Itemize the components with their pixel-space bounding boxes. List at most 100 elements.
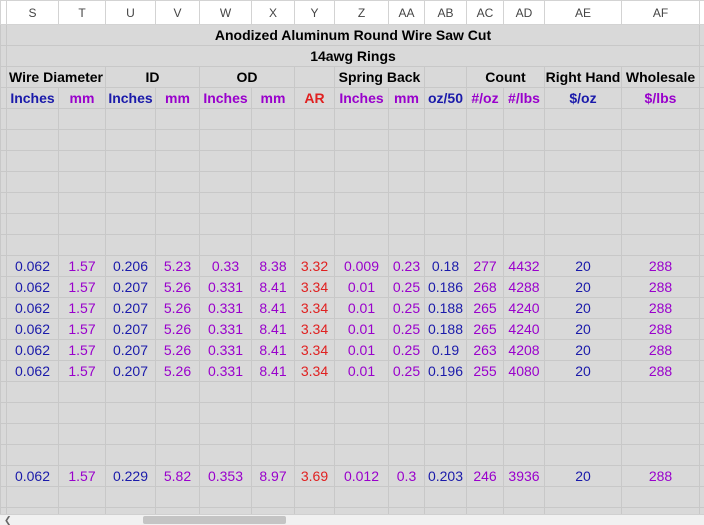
cell[interactable]: [106, 403, 156, 424]
cell[interactable]: [156, 172, 200, 193]
cell[interactable]: [252, 151, 295, 172]
cell[interactable]: [295, 130, 335, 151]
cell[interactable]: [335, 424, 389, 445]
column-header-ab[interactable]: AB: [425, 1, 467, 25]
cell[interactable]: [425, 424, 467, 445]
data-cell[interactable]: 20: [545, 319, 622, 340]
cell[interactable]: [252, 172, 295, 193]
cell[interactable]: [545, 151, 622, 172]
cell[interactable]: [425, 151, 467, 172]
cell[interactable]: [545, 235, 622, 256]
data-cell[interactable]: 0.207: [106, 340, 156, 361]
cell[interactable]: [200, 130, 252, 151]
cell[interactable]: [467, 130, 504, 151]
cell[interactable]: [7, 109, 59, 130]
data-cell[interactable]: 0.062: [7, 298, 59, 319]
cell[interactable]: [200, 235, 252, 256]
cell[interactable]: [200, 487, 252, 508]
data-cell[interactable]: 0.229: [106, 466, 156, 487]
data-cell[interactable]: 0.207: [106, 319, 156, 340]
cell[interactable]: [59, 214, 106, 235]
column-header-y[interactable]: Y: [295, 1, 335, 25]
data-cell[interactable]: 0.331: [200, 319, 252, 340]
cell[interactable]: [545, 424, 622, 445]
data-cell[interactable]: 4432: [504, 256, 545, 277]
data-cell[interactable]: 0.3: [389, 466, 425, 487]
data-cell[interactable]: 0.25: [389, 298, 425, 319]
cell[interactable]: [389, 235, 425, 256]
cell[interactable]: [106, 172, 156, 193]
data-cell[interactable]: 288: [622, 340, 700, 361]
cell[interactable]: [700, 235, 704, 256]
column-header-u[interactable]: U: [106, 1, 156, 25]
cell[interactable]: [295, 235, 335, 256]
cell[interactable]: [295, 214, 335, 235]
cell[interactable]: [335, 214, 389, 235]
cell[interactable]: [425, 235, 467, 256]
unit-cell[interactable]: Inches: [200, 88, 252, 109]
cell[interactable]: [7, 403, 59, 424]
cell[interactable]: [106, 130, 156, 151]
data-cell[interactable]: 0.01: [335, 319, 389, 340]
cell[interactable]: [504, 235, 545, 256]
cell[interactable]: [295, 403, 335, 424]
cell[interactable]: [59, 424, 106, 445]
column-header-x[interactable]: X: [252, 1, 295, 25]
cell[interactable]: [545, 109, 622, 130]
data-cell[interactable]: 288: [622, 277, 700, 298]
cell[interactable]: [504, 193, 545, 214]
cell[interactable]: [7, 214, 59, 235]
data-cell[interactable]: 0.207: [106, 298, 156, 319]
cell[interactable]: [700, 193, 704, 214]
data-cell[interactable]: 3.32: [295, 256, 335, 277]
cell[interactable]: [700, 172, 704, 193]
cell[interactable]: [335, 487, 389, 508]
cell[interactable]: [252, 235, 295, 256]
data-cell[interactable]: 4240: [504, 298, 545, 319]
cell[interactable]: [156, 382, 200, 403]
data-cell[interactable]: 246: [467, 466, 504, 487]
cell[interactable]: [156, 151, 200, 172]
cell[interactable]: [335, 403, 389, 424]
cell[interactable]: [59, 109, 106, 130]
cell[interactable]: [467, 445, 504, 466]
data-cell[interactable]: 8.97: [252, 466, 295, 487]
data-cell[interactable]: 3.69: [295, 466, 335, 487]
column-header-ad[interactable]: AD: [504, 1, 545, 25]
group-wholesale[interactable]: Wholesale: [622, 67, 700, 88]
cell[interactable]: [295, 382, 335, 403]
cell[interactable]: [106, 109, 156, 130]
data-cell[interactable]: 1.57: [59, 256, 106, 277]
data-cell[interactable]: 0.01: [335, 298, 389, 319]
data-cell[interactable]: 3936: [504, 466, 545, 487]
cell[interactable]: [622, 424, 700, 445]
cell[interactable]: [7, 151, 59, 172]
cell[interactable]: [335, 172, 389, 193]
cell[interactable]: [106, 214, 156, 235]
data-cell[interactable]: 0.207: [106, 277, 156, 298]
cell[interactable]: [622, 487, 700, 508]
data-cell[interactable]: 0.207: [106, 361, 156, 382]
cell[interactable]: [389, 151, 425, 172]
data-cell[interactable]: 1.57: [59, 277, 106, 298]
cell[interactable]: [59, 445, 106, 466]
cell[interactable]: [200, 445, 252, 466]
data-cell[interactable]: 0.19: [425, 340, 467, 361]
cell[interactable]: [467, 151, 504, 172]
cell[interactable]: [504, 109, 545, 130]
unit-cell[interactable]: mm: [252, 88, 295, 109]
cell[interactable]: [504, 487, 545, 508]
cell[interactable]: [467, 487, 504, 508]
data-cell[interactable]: 263: [467, 340, 504, 361]
unit-cell[interactable]: $/lbs: [622, 88, 700, 109]
data-cell[interactable]: 8.38: [252, 256, 295, 277]
cell[interactable]: [425, 403, 467, 424]
cell[interactable]: [622, 214, 700, 235]
cell[interactable]: [200, 382, 252, 403]
data-cell[interactable]: 4288: [504, 277, 545, 298]
cell[interactable]: [156, 193, 200, 214]
cell[interactable]: [467, 382, 504, 403]
cell[interactable]: [59, 235, 106, 256]
data-cell[interactable]: 0.203: [425, 466, 467, 487]
data-cell[interactable]: 0.01: [335, 277, 389, 298]
